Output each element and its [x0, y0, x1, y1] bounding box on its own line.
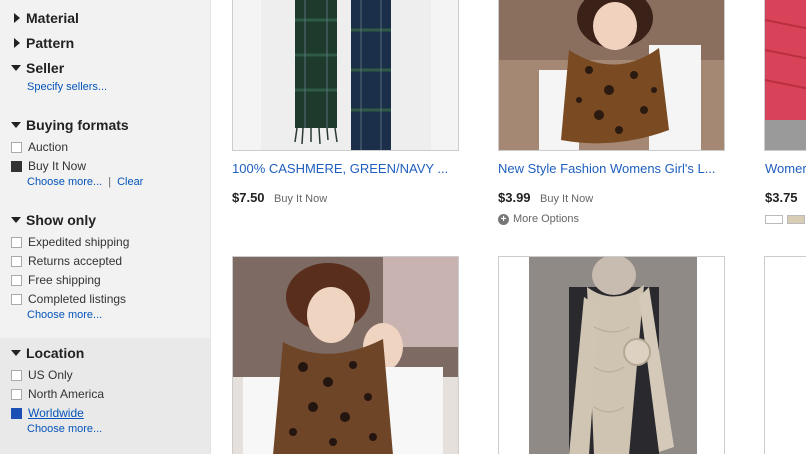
option-label: Free shipping [28, 273, 101, 287]
radio-selected[interactable] [11, 407, 22, 419]
checkbox[interactable] [11, 255, 22, 267]
color-swatch[interactable] [787, 215, 805, 224]
product-image[interactable] [498, 256, 725, 454]
facet-show-only[interactable]: Show only [11, 212, 96, 228]
product-image[interactable] [764, 0, 806, 151]
triangle-right-icon [14, 38, 20, 48]
buying-formats-links: Choose more... | Clear [27, 176, 143, 188]
option-us-only[interactable]: US Only [11, 368, 73, 382]
option-label: Expedited shipping [28, 235, 130, 249]
facet-pattern[interactable]: Pattern [11, 35, 74, 51]
specify-sellers-link[interactable]: Specify sellers... [27, 81, 107, 93]
option-label: Auction [28, 140, 69, 154]
checkbox[interactable] [11, 236, 22, 248]
product-format: Buy It Now [540, 193, 594, 205]
option-label: Buy It Now [28, 159, 87, 173]
facet-material-label: Material [26, 10, 79, 26]
facet-buying-formats[interactable]: Buying formats [11, 117, 129, 133]
product-format: Buy It Now [274, 193, 328, 205]
triangle-down-icon [11, 350, 21, 356]
plus-circle-icon: + [498, 213, 509, 225]
triangle-down-icon [11, 65, 21, 71]
option-returns-accepted[interactable]: Returns accepted [11, 254, 122, 268]
facet-buying-formats-label: Buying formats [26, 117, 129, 133]
product-image[interactable] [232, 0, 459, 151]
facet-location-label: Location [26, 345, 85, 361]
checkbox-checked[interactable] [11, 160, 22, 172]
option-worldwide[interactable]: Worldwide [11, 406, 84, 420]
option-expedited-shipping[interactable]: Expedited shipping [11, 235, 129, 249]
product-price: $3.99 [498, 190, 531, 205]
option-label: US Only [28, 368, 73, 382]
color-swatch[interactable] [765, 215, 783, 224]
checkbox[interactable] [11, 274, 22, 286]
option-north-america[interactable]: North America [11, 387, 104, 401]
choose-more-link[interactable]: Choose more... [27, 309, 102, 321]
choose-more-link[interactable]: Choose more... [27, 423, 102, 435]
checkbox[interactable] [11, 293, 22, 305]
option-completed-listings[interactable]: Completed listings [11, 292, 126, 306]
leopard-scarf-model-image [233, 257, 458, 454]
option-auction[interactable]: Auction [11, 140, 68, 154]
facet-show-only-label: Show only [26, 212, 96, 228]
product-image[interactable] [764, 256, 806, 454]
triangle-down-icon [11, 217, 21, 223]
radio[interactable] [11, 369, 22, 381]
choose-more-link[interactable]: Choose more... [27, 176, 102, 188]
product-title[interactable]: Womer [765, 161, 806, 176]
checkbox[interactable] [11, 141, 22, 153]
separator: | [108, 176, 112, 188]
facet-material[interactable]: Material [11, 10, 79, 26]
refine-sidebar: Material Pattern Seller Specify sellers.… [0, 0, 211, 454]
product-image-placeholder [765, 257, 806, 454]
option-free-shipping[interactable]: Free shipping [11, 273, 101, 287]
tartan-scarf-image [233, 0, 458, 150]
option-buy-it-now[interactable]: Buy It Now [11, 159, 86, 173]
facet-pattern-label: Pattern [26, 35, 75, 51]
triangle-down-icon [11, 122, 21, 128]
pink-scarf-image [765, 0, 806, 150]
option-label: Completed listings [28, 292, 127, 306]
facet-seller-label: Seller [26, 60, 65, 76]
facet-seller[interactable]: Seller [11, 60, 64, 76]
product-image[interactable] [232, 256, 459, 454]
triangle-right-icon [14, 13, 20, 23]
product-price: $3.75 [765, 190, 798, 205]
more-options-label: More Options [513, 213, 580, 225]
clear-link[interactable]: Clear [117, 176, 143, 188]
option-label: Worldwide [28, 406, 84, 420]
product-image[interactable] [498, 0, 725, 151]
option-label: North America [28, 387, 105, 401]
facet-location[interactable]: Location [11, 345, 84, 361]
product-title[interactable]: 100% CASHMERE, GREEN/NAVY ... [232, 161, 457, 176]
more-options-link[interactable]: + More Options [498, 213, 579, 225]
leopard-scarf-model-image [499, 0, 724, 150]
lace-scarf-image [499, 257, 724, 454]
product-price: $7.50 [232, 190, 265, 205]
radio[interactable] [11, 388, 22, 400]
option-label: Returns accepted [28, 254, 123, 268]
product-title[interactable]: New Style Fashion Womens Girl's L... [498, 161, 723, 176]
